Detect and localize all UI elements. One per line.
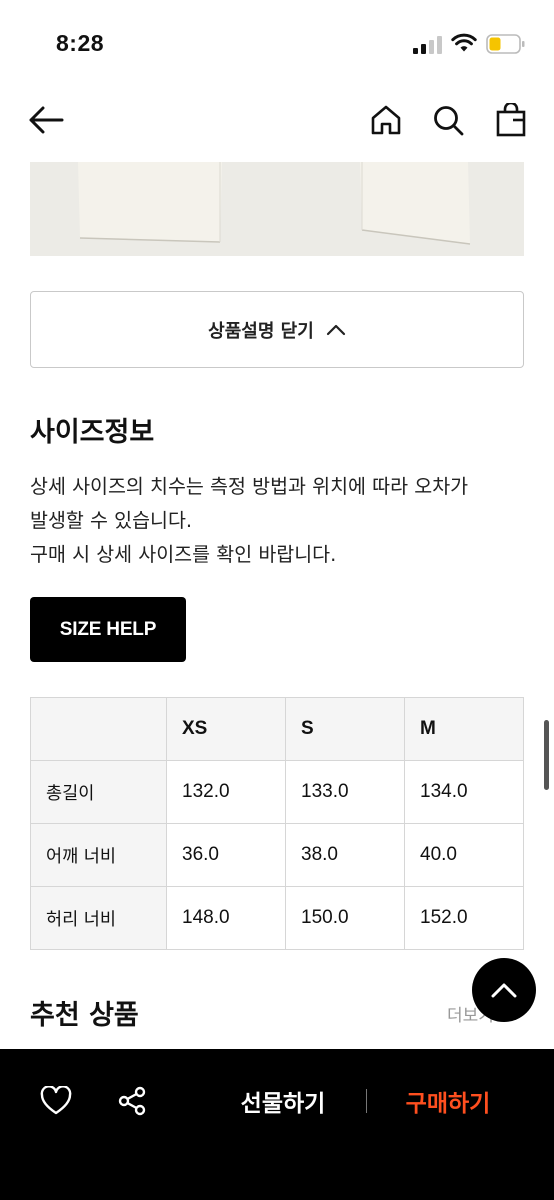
- size-header-s: S: [285, 697, 405, 761]
- size-header-m: M: [404, 697, 524, 761]
- size-info-line: 상세 사이즈의 치수는 측정 방법과 위치에 따라 오차가: [30, 475, 469, 498]
- cellular-signal-icon: [413, 36, 442, 54]
- battery-icon: [486, 34, 525, 54]
- scroll-to-top-button[interactable]: [472, 958, 536, 1022]
- garment-image: [30, 162, 524, 256]
- share-icon: [118, 1086, 146, 1116]
- wishlist-button[interactable]: [38, 1083, 74, 1119]
- table-cell: 152.0: [404, 886, 524, 950]
- size-table-corner: [30, 697, 167, 761]
- size-table-header-row: XS S M: [30, 697, 524, 761]
- search-icon: [434, 106, 464, 136]
- share-button[interactable]: [114, 1083, 150, 1119]
- back-button[interactable]: [26, 100, 66, 140]
- size-header-xs: XS: [166, 697, 286, 761]
- search-button[interactable]: [428, 100, 468, 140]
- table-cell: 132.0: [166, 760, 286, 824]
- chevron-up-icon: [326, 324, 345, 335]
- collapse-description-button[interactable]: 상품설명 닫기: [30, 291, 524, 368]
- heart-icon: [40, 1086, 72, 1115]
- size-table: XS S M 총길이 132.0 133.0 134.0 어깨 너비 36.0 …: [30, 697, 524, 950]
- wifi-icon: [451, 33, 477, 52]
- table-cell: 150.0: [285, 886, 405, 950]
- recommended-title: 추천 상품: [30, 1000, 139, 1031]
- buy-button[interactable]: 구매하기: [392, 1083, 504, 1119]
- product-image: [30, 162, 524, 256]
- divider: [366, 1089, 367, 1113]
- scroll-top-icon: [491, 983, 517, 998]
- top-navigation: [0, 88, 554, 150]
- table-cell: 133.0: [285, 760, 405, 824]
- row-label-waist-width: 허리 너비: [30, 886, 167, 950]
- table-row: 총길이 132.0 133.0 134.0: [30, 760, 524, 824]
- table-row: 허리 너비 148.0 150.0 152.0: [30, 886, 524, 950]
- row-label-shoulder-width: 어깨 너비: [30, 823, 167, 887]
- table-cell: 36.0: [166, 823, 286, 887]
- bottom-action-bar: 선물하기 구매하기: [0, 1049, 554, 1200]
- gift-button[interactable]: 선물하기: [228, 1083, 338, 1119]
- back-arrow-icon: [29, 106, 64, 134]
- size-info-line: 발생할 수 있습니다.: [30, 509, 193, 532]
- table-row: 어깨 너비 36.0 38.0 40.0: [30, 823, 524, 887]
- status-time: 8:28: [56, 30, 105, 56]
- bag-icon: [496, 103, 526, 137]
- collapse-description-label: 상품설명 닫기: [208, 320, 314, 342]
- size-info-line: 구매 시 상세 사이즈를 확인 바랍니다.: [30, 543, 337, 566]
- size-info-title: 사이즈정보: [30, 417, 155, 448]
- home-button[interactable]: [366, 100, 406, 140]
- size-help-button[interactable]: SIZE HELP: [30, 597, 186, 662]
- scrollbar[interactable]: [544, 720, 549, 790]
- home-icon: [371, 105, 401, 135]
- table-cell: 148.0: [166, 886, 286, 950]
- cart-button[interactable]: [491, 100, 531, 140]
- size-info-description: 상세 사이즈의 치수는 측정 방법과 위치에 따라 오차가 발생할 수 있습니다…: [30, 470, 530, 572]
- table-cell: 40.0: [404, 823, 524, 887]
- table-cell: 134.0: [404, 760, 524, 824]
- row-label-total-length: 총길이: [30, 760, 167, 824]
- status-bar: 8:28: [0, 0, 554, 88]
- table-cell: 38.0: [285, 823, 405, 887]
